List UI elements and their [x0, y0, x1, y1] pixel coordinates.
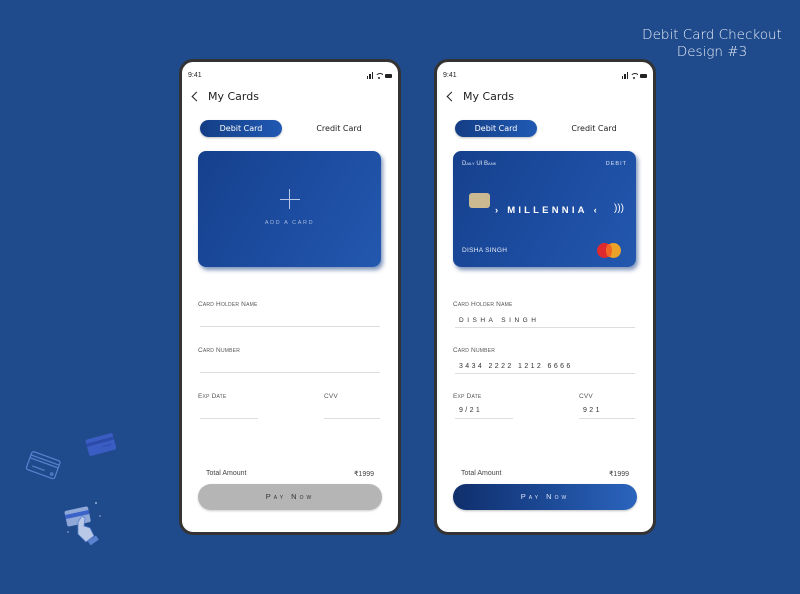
- hand-card-payment-icon: [64, 502, 101, 546]
- exp-date-input[interactable]: [200, 418, 258, 419]
- exp-date-value[interactable]: 9/21: [459, 407, 482, 414]
- card-brand-name: MILLENNIA: [507, 205, 588, 216]
- debit-card[interactable]: Daily UI Bank DEBIT › MILLENNIA ‹ ))) DI…: [453, 151, 636, 267]
- total-amount-label: Total Amount: [206, 470, 247, 477]
- chevron-left-icon[interactable]: [446, 91, 457, 102]
- pay-now-button[interactable]: Pay Now: [198, 484, 382, 510]
- card-number-label: Card Number: [198, 347, 241, 354]
- phone-empty-state: 9:41 My Cards Debit Card Credit Card ADD…: [179, 59, 401, 535]
- status-time: 9:41: [188, 72, 202, 79]
- contactless-icon: ))): [614, 203, 624, 214]
- card-type-tabs: Debit Card Credit Card: [455, 120, 635, 137]
- tab-credit-card[interactable]: Credit Card: [553, 120, 635, 137]
- card-number-input[interactable]: [200, 372, 380, 373]
- card-number-input[interactable]: [455, 373, 635, 374]
- card-bank-name: Daily UI Bank: [462, 161, 497, 167]
- wifi-icon: [375, 73, 383, 79]
- total-amount-label: Total Amount: [461, 470, 502, 477]
- status-bar: 9:41: [188, 72, 392, 82]
- tab-debit-card[interactable]: Debit Card: [455, 120, 537, 137]
- header: My Cards: [445, 90, 514, 103]
- status-time: 9:41: [443, 72, 457, 79]
- card-holder-value[interactable]: DISHA SINGH: [459, 317, 539, 324]
- card-holder-input[interactable]: [200, 326, 380, 327]
- exp-date-label: Exp Date: [198, 393, 227, 400]
- signal-icon: [621, 72, 628, 79]
- cvv-label: CVV: [324, 393, 338, 400]
- mastercard-icon: [597, 243, 621, 258]
- card-number-label: Card Number: [453, 347, 496, 354]
- credit-card-outline-icon: [25, 451, 61, 480]
- tab-credit-card[interactable]: Credit Card: [298, 120, 380, 137]
- signal-icon: [366, 72, 373, 79]
- header-title: My Cards: [463, 90, 514, 103]
- page-title-line1: Debit Card Checkout: [642, 27, 782, 43]
- battery-icon: [640, 74, 647, 78]
- cvv-input[interactable]: [324, 418, 380, 419]
- chip-icon: [469, 193, 490, 208]
- exp-date-input[interactable]: [455, 418, 513, 419]
- card-type-label: DEBIT: [605, 161, 627, 167]
- card-holder-label: Card Holder Name: [453, 301, 513, 308]
- phone-filled-state: 9:41 My Cards Debit Card Credit Card Dai…: [434, 59, 656, 535]
- header: My Cards: [190, 90, 259, 103]
- wifi-icon: [630, 73, 638, 79]
- cvv-value[interactable]: 921: [583, 407, 602, 414]
- chevron-left-icon[interactable]: [191, 91, 202, 102]
- total-amount-value: ₹1999: [608, 471, 629, 478]
- card-type-tabs: Debit Card Credit Card: [200, 120, 380, 137]
- header-title: My Cards: [208, 90, 259, 103]
- page-title: Debit Card Checkout Design #3: [632, 27, 792, 61]
- page-title-line2: Design #3: [676, 44, 748, 60]
- cvv-label: CVV: [579, 393, 593, 400]
- status-bar: 9:41: [443, 72, 647, 82]
- card-holder-input[interactable]: [455, 327, 635, 328]
- battery-icon: [385, 74, 392, 78]
- tab-debit-card[interactable]: Debit Card: [200, 120, 282, 137]
- card-number-value[interactable]: 3434 2222 1212 6666: [459, 363, 573, 370]
- total-amount-value: ₹1999: [353, 471, 374, 478]
- cvv-input[interactable]: [579, 418, 635, 419]
- add-card-button[interactable]: ADD A CARD: [198, 151, 381, 267]
- add-card-label: ADD A CARD: [264, 220, 315, 226]
- card-holder-label: Card Holder Name: [198, 301, 258, 308]
- card-holder-name: DISHA SINGH: [462, 247, 508, 254]
- exp-date-label: Exp Date: [453, 393, 482, 400]
- pay-now-button[interactable]: Pay Now: [453, 484, 637, 510]
- credit-card-filled-icon: [85, 433, 117, 456]
- card-brand: › MILLENNIA ‹: [495, 205, 600, 216]
- plus-icon: [279, 189, 300, 209]
